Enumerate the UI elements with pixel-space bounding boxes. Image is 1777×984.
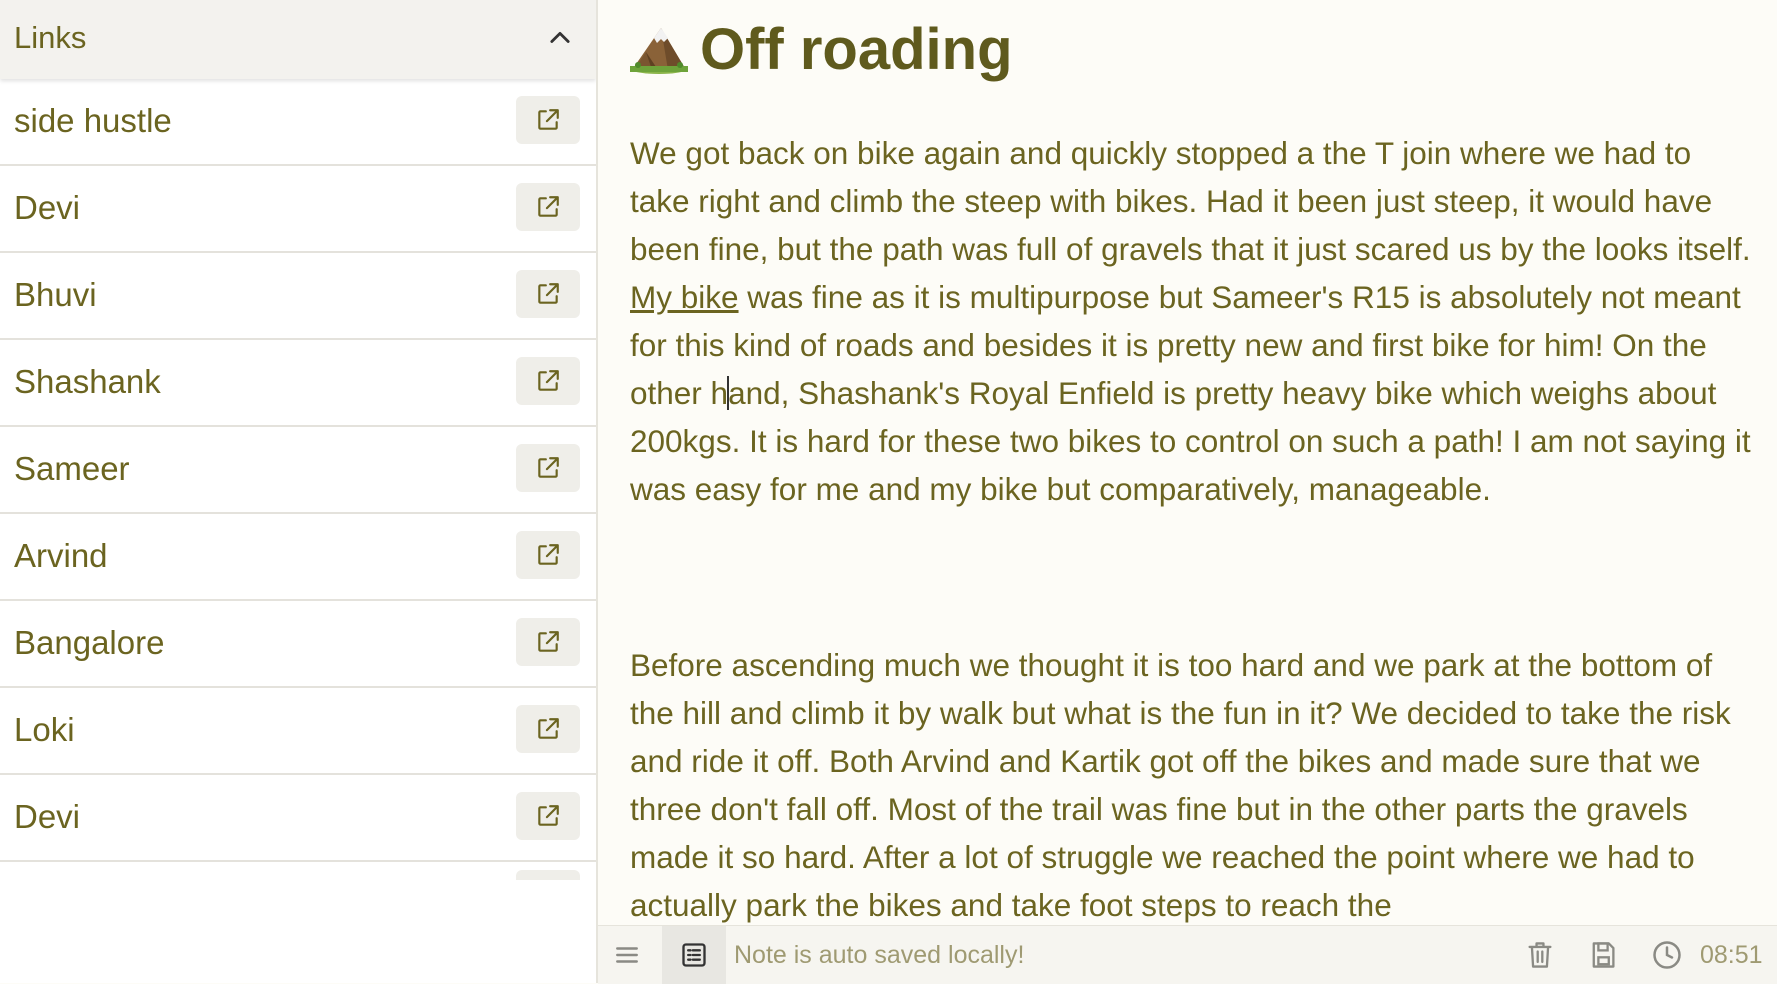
external-link-icon — [538, 109, 559, 130]
note-paragraph[interactable]: Before ascending much we thought it is t… — [630, 641, 1755, 925]
open-link-button[interactable] — [516, 357, 580, 405]
paragraph-text: and, Shashank's Royal Enfield is pretty … — [630, 375, 1751, 507]
link-label[interactable]: side hustle — [14, 102, 172, 140]
external-link-icon — [538, 283, 559, 304]
open-link-button[interactable] — [516, 444, 580, 492]
list-view-button[interactable] — [662, 926, 726, 984]
external-link-icon — [538, 631, 559, 652]
link-label[interactable]: Devi — [14, 798, 80, 836]
status-bar: Note is auto saved locally! 08:51 — [598, 925, 1777, 984]
link-label[interactable]: Loki — [14, 711, 75, 749]
chevron-up-icon[interactable] — [546, 24, 574, 52]
open-link-button[interactable] — [516, 618, 580, 666]
links-title: Links — [14, 20, 87, 55]
external-link-icon — [538, 196, 559, 217]
external-link-icon — [538, 718, 559, 739]
autosave-status: Note is auto saved locally! — [734, 941, 1025, 969]
menu-icon[interactable] — [614, 942, 640, 968]
link-item[interactable]: Arvind — [0, 514, 596, 601]
link-item[interactable]: Bangalore — [0, 601, 596, 688]
links-sidebar: Links side hustle Devi Bhuvi Shashank Sa… — [0, 0, 598, 983]
link-label[interactable]: Sameer — [14, 450, 130, 488]
link-item[interactable]: Bhuvi — [0, 253, 596, 340]
save-icon[interactable] — [1589, 940, 1617, 970]
open-link-button-partial[interactable] — [516, 870, 580, 880]
external-link-icon — [538, 805, 559, 826]
inline-link[interactable]: My bike — [630, 279, 739, 315]
note-editor[interactable]: Off roading We got back on bike again an… — [598, 0, 1777, 925]
link-label[interactable]: Shashank — [14, 363, 161, 401]
note-paragraph[interactable]: We got back on bike again and quickly st… — [630, 129, 1755, 513]
link-item[interactable]: Sameer — [0, 427, 596, 514]
open-link-button[interactable] — [516, 705, 580, 753]
link-label[interactable]: Bangalore — [14, 624, 164, 662]
open-link-button[interactable] — [516, 183, 580, 231]
note-title-row: Off roading — [630, 14, 1013, 84]
link-item[interactable]: Loki — [0, 688, 596, 775]
trash-icon[interactable] — [1526, 940, 1554, 970]
links-list: side hustle Devi Bhuvi Shashank Sameer A… — [0, 79, 596, 862]
time-display: 08:51 — [1700, 941, 1763, 969]
open-link-button[interactable] — [516, 270, 580, 318]
note-title[interactable]: Off roading — [700, 16, 1013, 83]
clock-icon[interactable] — [1652, 940, 1682, 970]
link-item[interactable]: Shashank — [0, 340, 596, 427]
link-label[interactable]: Arvind — [14, 537, 108, 575]
external-link-icon — [538, 457, 559, 478]
link-label[interactable]: Devi — [14, 189, 80, 227]
mountain-emoji-icon — [630, 28, 688, 74]
external-link-icon — [538, 544, 559, 565]
paragraph-text: We got back on bike again and quickly st… — [630, 135, 1751, 267]
link-label[interactable]: Bhuvi — [14, 276, 97, 314]
link-item[interactable]: Devi — [0, 775, 596, 862]
open-link-button[interactable] — [516, 96, 580, 144]
link-item[interactable]: side hustle — [0, 79, 596, 166]
list-view-icon — [682, 943, 706, 967]
link-item[interactable]: Devi — [0, 166, 596, 253]
open-link-button[interactable] — [516, 792, 580, 840]
links-header[interactable]: Links — [0, 0, 596, 79]
open-link-button[interactable] — [516, 531, 580, 579]
external-link-icon — [538, 370, 559, 391]
